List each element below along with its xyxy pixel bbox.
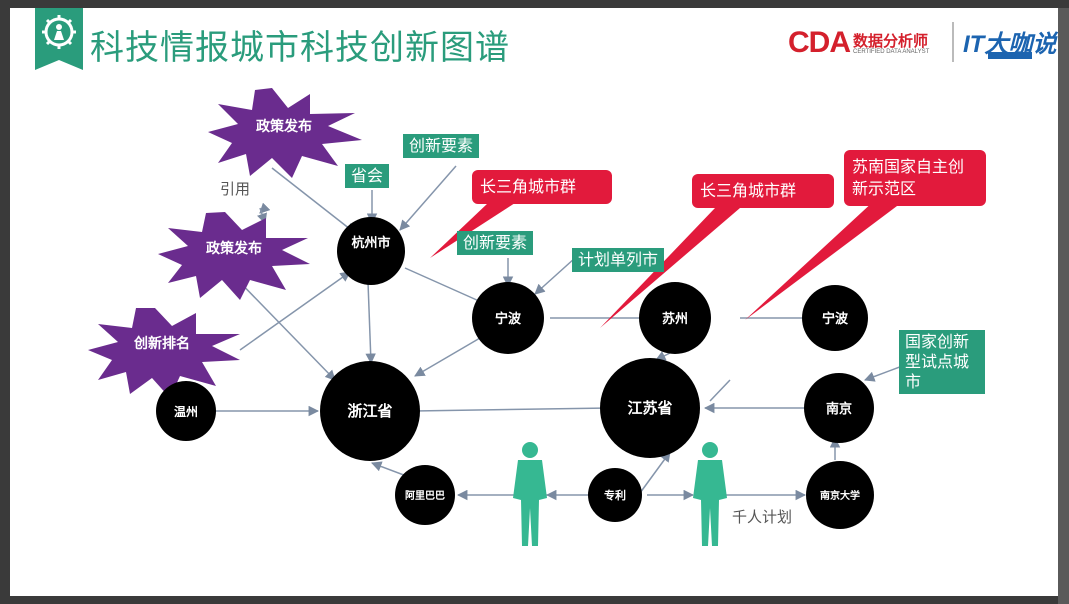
burst-label: 政策发布 xyxy=(206,240,262,257)
node-patent: 专利 xyxy=(588,468,642,522)
edge xyxy=(404,267,489,306)
node-label: 温州 xyxy=(174,405,198,419)
edge xyxy=(365,281,376,365)
person-icon xyxy=(693,442,727,546)
node-label: 专利 xyxy=(604,488,626,502)
slide: 科技情报城市科技创新图谱 CDA 数据分析师 CERTIFIED DATA AN… xyxy=(10,8,1058,596)
tag-province: 省会 xyxy=(345,164,390,188)
tag-plan-city: 计划单列市 xyxy=(572,248,665,272)
node-ningbo-1: 宁波 xyxy=(472,282,544,354)
edge-label-cite: 引用 xyxy=(220,180,251,198)
burst-label: 创新排名 xyxy=(133,335,190,352)
node-label: 南京 xyxy=(826,401,852,417)
node-label: 江苏省 xyxy=(627,399,672,417)
edge xyxy=(534,257,576,295)
svg-text:杭州市: 杭州市 xyxy=(351,235,390,251)
edge xyxy=(709,379,731,402)
tag-innovation-elements-1: 创新要素 xyxy=(403,134,480,158)
node-label: 南京大学 xyxy=(820,489,860,502)
burst-policy-2: 政策发布 xyxy=(158,212,310,300)
node-label: 浙江省 xyxy=(347,402,392,420)
node-label: 阿里巴巴 xyxy=(405,490,445,502)
callout-yrd-2: 长三角城市群 xyxy=(692,174,834,208)
node-wenzhou: 温州 xyxy=(156,381,216,441)
node-label: 苏州 xyxy=(662,311,688,327)
slide-shadow xyxy=(1058,8,1069,604)
edge xyxy=(414,337,481,377)
node-label: 宁波 xyxy=(495,311,522,327)
edge xyxy=(413,407,611,412)
node-hangzhou: 杭州市 xyxy=(337,217,405,285)
node-nanjing: 南京 xyxy=(804,373,874,443)
edge xyxy=(399,165,457,231)
tag-national-pilot: 国家创新型试点城市 xyxy=(899,330,985,394)
edge xyxy=(639,451,671,494)
tag-innovation-elements-2: 创新要素 xyxy=(457,231,534,255)
edge-label-thousand-talents: 千人计划 xyxy=(732,508,793,526)
burst-policy-1: 政策发布 xyxy=(208,88,362,178)
node-ningbo-2: 宁波 xyxy=(802,285,868,351)
node-suzhou: 苏州 xyxy=(639,282,711,354)
burst-ranking: 创新排名 xyxy=(88,308,240,398)
person-icon xyxy=(513,442,547,546)
edge xyxy=(271,167,356,234)
node-nju: 南京大学 xyxy=(806,461,874,529)
node-label: 杭州市 xyxy=(351,235,390,251)
node-label: 宁波 xyxy=(822,311,849,327)
node-alibaba: 阿里巴巴 xyxy=(395,465,455,525)
callout-yrd-1: 长三角城市群 xyxy=(472,170,612,204)
callout-sunan: 苏南国家自主创新示范区 xyxy=(844,150,986,206)
node-jiangsu: 江苏省 xyxy=(600,358,700,458)
node-zhejiang: 浙江省 xyxy=(320,361,420,461)
burst-label: 政策发布 xyxy=(256,118,312,135)
innovation-graph: 政策发布 政策发布 创新排名 杭州市 浙江省 宁波 苏州 宁波 江苏省 南京 温… xyxy=(88,88,906,546)
